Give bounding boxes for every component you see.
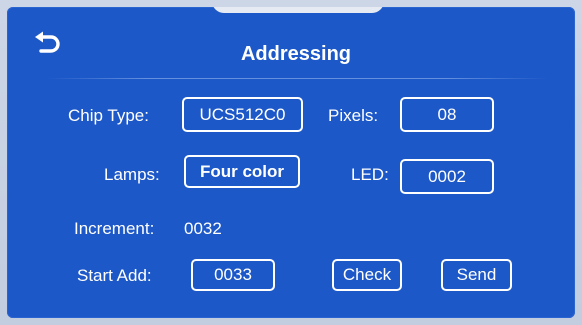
led-field[interactable]: 0002	[400, 159, 494, 194]
page-title: Addressing	[240, 43, 352, 65]
increment-label: Increment:	[74, 219, 155, 238]
start-add-label: Start Add:	[77, 266, 152, 285]
lamps-field[interactable]: Four color	[184, 155, 300, 188]
pixels-label: Pixels:	[328, 106, 379, 125]
increment-value: 0032	[184, 219, 222, 238]
check-button[interactable]: Check	[332, 259, 402, 291]
led-label: LED:	[351, 165, 389, 184]
chip-type-field[interactable]: UCS512C0	[182, 97, 303, 132]
start-add-field[interactable]: 0033	[191, 259, 275, 291]
device-screen: Addressing Chip Type: UCS512C0 Pixels: 0…	[0, 0, 582, 325]
addressing-panel: Addressing Chip Type: UCS512C0 Pixels: 0…	[7, 7, 575, 318]
lamps-label: Lamps:	[104, 165, 160, 184]
chip-type-label: Chip Type:	[68, 106, 149, 125]
title-divider	[47, 78, 547, 79]
send-button[interactable]: Send	[441, 259, 512, 291]
panel-top-notch	[212, 7, 384, 13]
pixels-field[interactable]: 08	[400, 97, 494, 132]
